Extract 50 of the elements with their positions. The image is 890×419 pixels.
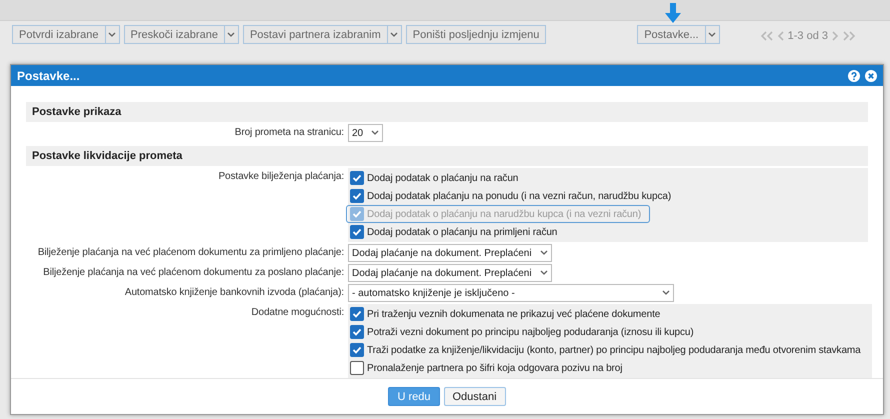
- cancel-button[interactable]: Odustani: [444, 387, 506, 406]
- split-button[interactable]: Postavke...: [637, 25, 720, 44]
- split-button[interactable]: Potvrdi izabrane: [12, 25, 120, 44]
- page-range: 1-3 od 3: [788, 30, 828, 42]
- split-button[interactable]: Postavi partnera izabranim: [242, 25, 402, 44]
- checkbox[interactable]: [350, 189, 364, 203]
- checkbox-option[interactable]: Potraži vezni dokument po principu najboljeg podudaranja (iznosu ili kupcu): [346, 323, 703, 341]
- dropdown-toggle[interactable]: [104, 26, 118, 43]
- checkbox-option[interactable]: Traži podatke za knjiženje/likvidaciju (konto, partner) po principu najboljeg podudaranja među otvorenim stavkama: [346, 341, 870, 359]
- caret-icon: [662, 290, 670, 296]
- checkbox[interactable]: [350, 343, 364, 357]
- checkbox-option[interactable]: Pronalaženje partnera po šifri koja odgovara pozivu na broj: [346, 359, 632, 377]
- toolbar-button[interactable]: Poništi posljednju izmjenu: [406, 26, 546, 43]
- split-button[interactable]: Preskoči izabrane: [124, 25, 239, 44]
- field-label: Broj prometa na stranicu:: [234, 126, 344, 138]
- caret-icon: [390, 32, 398, 38]
- checkbox[interactable]: [350, 307, 364, 321]
- checkbox[interactable]: [350, 361, 364, 375]
- dropdown-select[interactable]: Dodaj plaćanje na dokument. Preplaćeni: [348, 264, 552, 282]
- checkbox[interactable]: [350, 325, 364, 339]
- checkbox-option[interactable]: Dodaj podatak plaćanju na ponudu (i na vezni račun, narudžbu kupca): [346, 187, 680, 205]
- caret-icon: [540, 270, 548, 276]
- dropdown-select[interactable]: 20: [348, 124, 384, 142]
- field-label: Bilježenje plaćanja na već plaćenom dokumentu za primljeno plaćanje:: [38, 246, 344, 258]
- caret-icon: [108, 32, 116, 38]
- checkbox-option[interactable]: Dodaj podatak o plaćanju na račun: [346, 169, 528, 187]
- checkbox[interactable]: [350, 225, 364, 239]
- caret-icon: [708, 32, 716, 38]
- section-header: Postavke prikaza: [26, 102, 868, 122]
- toolbar-button[interactable]: Potvrdi izabrane: [13, 26, 104, 43]
- section-header: Postavke likvidacije prometa: [26, 146, 868, 166]
- checkbox-option[interactable]: Pri traženju veznih dokumenata ne prikazuj već plaćene dokumente: [346, 305, 670, 323]
- dropdown-select[interactable]: Dodaj plaćanje na dokument. Preplaćeni: [348, 244, 552, 262]
- caret-icon: [227, 32, 236, 38]
- help-icon[interactable]: [848, 70, 860, 82]
- field-label: Automatsko knjiženje bankovnih izvoda (plaćanja):: [124, 286, 344, 298]
- field-label: Postavke bilježenja plaćanja:: [218, 170, 344, 182]
- toolbar-button[interactable]: Postavke...: [638, 26, 705, 43]
- close-icon[interactable]: [865, 70, 877, 82]
- dialog-title: Postavke...: [17, 68, 81, 82]
- caret-icon: [371, 130, 380, 136]
- field-label: Dodatne mogućnosti:: [251, 306, 344, 318]
- caret-icon: [540, 250, 548, 256]
- checkbox[interactable]: [350, 171, 364, 185]
- toolbar-button[interactable]: Postavi partnera izabranim: [244, 26, 387, 43]
- dropdown-select[interactable]: - automatsko knjiženje je isključeno -: [348, 284, 674, 302]
- field-label: Bilježenje plaćanja na već plaćenom dokumentu za poslano plaćanje:: [43, 266, 344, 278]
- toolbar-button[interactable]: Preskoči izabrane: [124, 26, 224, 43]
- checkbox-option[interactable]: Dodaj podatak o plaćanju na primljeni račun: [346, 223, 566, 241]
- arrow-down-icon: [665, 3, 682, 23]
